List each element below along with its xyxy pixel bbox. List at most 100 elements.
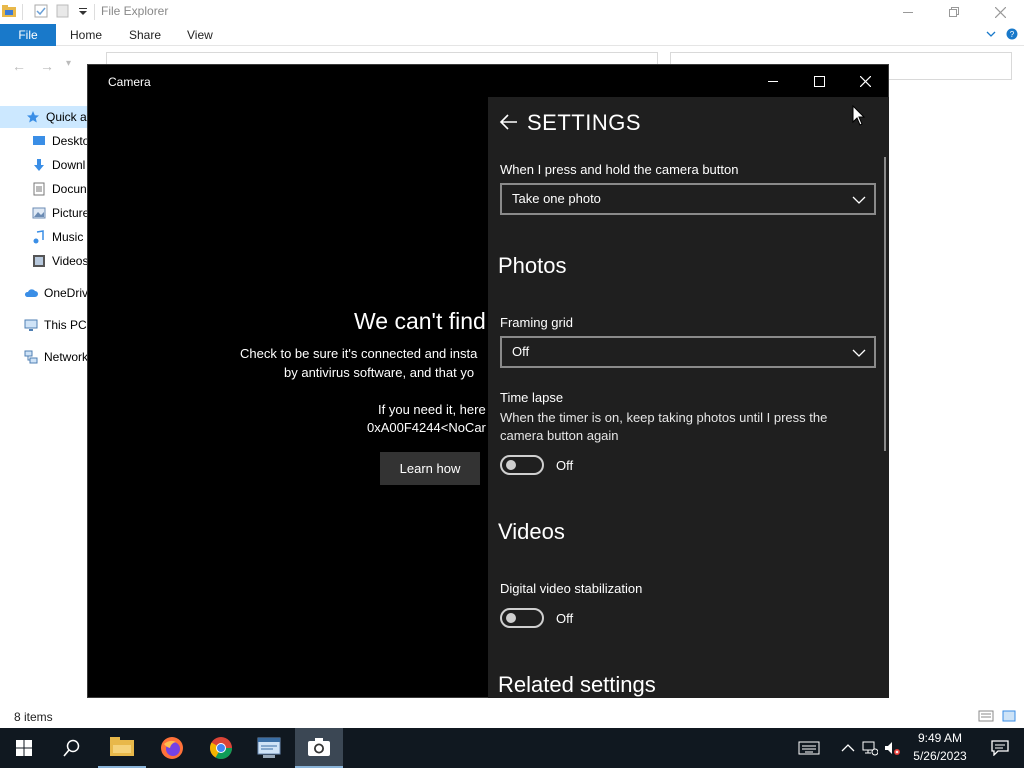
volume-muted-icon[interactable] <box>884 740 900 756</box>
stabilization-label: Digital video stabilization <box>500 581 643 596</box>
properties-icon[interactable] <box>34 4 48 18</box>
taskbar: 9:49 AM 5/26/2023 <box>0 728 1024 768</box>
error-code: 0xA00F4244<NoCar <box>367 420 486 435</box>
taskbar-app-window[interactable] <box>245 728 293 768</box>
sidebar-item-network[interactable]: Network <box>0 346 90 368</box>
recent-chevron-icon[interactable]: ▾ <box>66 58 71 69</box>
music-icon <box>33 230 44 244</box>
clock-date[interactable]: 5/26/2023 <box>908 749 972 763</box>
close-button[interactable] <box>977 0 1023 24</box>
tab-home[interactable]: Home <box>70 28 102 42</box>
new-folder-icon[interactable] <box>56 4 70 18</box>
chevron-up-icon[interactable] <box>840 740 856 756</box>
taskbar-chrome[interactable] <box>197 728 245 768</box>
sidebar-item-downloads[interactable]: Downl <box>0 154 90 176</box>
restore-button[interactable] <box>931 0 977 24</box>
error-message-line: by antivirus software, and that yo <box>284 365 475 380</box>
time-lapse-toggle[interactable] <box>500 455 544 475</box>
view-toggle-icons[interactable] <box>978 709 1018 723</box>
toggle-knob <box>506 460 516 470</box>
error-message-line: Check to be sure it's connected and inst… <box>240 346 478 361</box>
sidebar-item-documents[interactable]: Docun <box>0 178 90 200</box>
back-arrow-icon[interactable] <box>498 111 520 133</box>
sidebar-item-label: Quick ac <box>46 110 90 124</box>
settings-pane: SETTINGS When I press and hold the camer… <box>488 97 889 698</box>
keyboard-icon[interactable] <box>798 740 820 756</box>
sidebar-item-desktop[interactable]: Deskto <box>0 130 90 152</box>
network-icon <box>24 350 38 364</box>
sidebar-item-onedrive[interactable]: OneDriv <box>0 282 90 304</box>
window-title: File Explorer <box>101 4 169 18</box>
document-icon <box>33 182 45 196</box>
star-icon <box>27 111 39 123</box>
computer-icon <box>24 319 38 331</box>
chevron-down-icon <box>852 196 866 204</box>
search-icon <box>63 739 80 757</box>
sidebar-item-videos[interactable]: Videos <box>0 250 90 272</box>
minimize-icon <box>903 11 913 13</box>
back-arrow-icon[interactable]: ← <box>12 58 26 74</box>
sidebar-item-pictures[interactable]: Picture <box>0 202 90 224</box>
sidebar-item-music[interactable]: Music <box>0 226 90 248</box>
dropdown-value: Take one photo <box>512 191 601 206</box>
sidebar-item-label: Picture <box>52 206 90 220</box>
clock-time[interactable]: 9:49 AM <box>912 731 968 745</box>
dropdown-value: Off <box>512 344 530 359</box>
tab-share[interactable]: Share <box>129 28 161 42</box>
file-explorer-icon <box>110 737 134 756</box>
minimize-button[interactable] <box>750 65 796 97</box>
press-hold-dropdown[interactable]: Take one photo <box>500 183 876 215</box>
cloud-icon <box>24 289 38 297</box>
app-window-icon <box>257 737 281 758</box>
forward-arrow-icon[interactable]: → <box>40 58 54 74</box>
minimize-button[interactable] <box>885 0 931 24</box>
sidebar-item-label: Network <box>44 350 89 364</box>
sidebar-item-label: Deskto <box>52 134 90 148</box>
start-button[interactable] <box>0 728 48 768</box>
chevron-down-icon <box>852 349 866 357</box>
restore-icon <box>949 7 959 17</box>
svg-text:?: ? <box>1010 30 1015 39</box>
close-button[interactable] <box>842 65 888 97</box>
search-button[interactable] <box>48 728 96 768</box>
camera-icon <box>308 738 330 756</box>
customize-toolbar-icon[interactable] <box>76 4 90 18</box>
sidebar-item-quick-access[interactable]: Quick ac <box>0 106 90 128</box>
network-icon[interactable] <box>862 740 878 756</box>
sidebar-item-label: Docun <box>52 182 87 196</box>
taskbar-camera[interactable] <box>295 728 343 768</box>
sidebar-item-this-pc[interactable]: This PC <box>0 314 90 336</box>
firefox-icon <box>161 737 183 759</box>
start-icon <box>16 740 32 756</box>
file-explorer-titlebar: File Explorer <box>0 0 1024 24</box>
framing-grid-dropdown[interactable]: Off <box>500 336 876 368</box>
stabilization-state: Off <box>556 611 574 626</box>
help-icon[interactable]: ? <box>1006 28 1018 40</box>
learn-how-button[interactable]: Learn how <box>380 452 480 485</box>
related-settings-heading: Related settings <box>498 672 656 697</box>
maximize-button[interactable] <box>796 65 842 97</box>
stabilization-toggle[interactable] <box>500 608 544 628</box>
press-hold-label: When I press and hold the camera button <box>500 162 739 177</box>
navigation-pane: Quick ac Deskto Downl Docun Picture Musi… <box>0 104 90 704</box>
ribbon-tabs: File Home Share View ? <box>0 24 1024 46</box>
camera-window: Camera We can't find Check to be sure it… <box>87 64 889 698</box>
close-icon <box>859 75 871 87</box>
chevron-down-icon[interactable] <box>986 30 996 38</box>
taskbar-firefox[interactable] <box>148 728 196 768</box>
sidebar-item-label: OneDriv <box>44 286 89 300</box>
folder-icon <box>2 5 16 17</box>
settings-scrollbar[interactable] <box>884 157 886 451</box>
settings-title: SETTINGS <box>527 110 642 135</box>
time-lapse-label: Time lapse <box>500 390 564 405</box>
error-message-line: If you need it, here <box>378 402 486 417</box>
status-bar-item-count: 8 items <box>14 710 53 724</box>
tab-view[interactable]: View <box>187 28 213 42</box>
action-center-button[interactable] <box>976 728 1024 768</box>
toggle-knob <box>506 613 516 623</box>
desktop-icon <box>33 136 45 145</box>
taskbar-file-explorer[interactable] <box>98 728 146 768</box>
minimize-icon <box>768 80 778 82</box>
tab-file[interactable]: File <box>0 24 56 46</box>
photos-heading: Photos <box>498 253 567 278</box>
